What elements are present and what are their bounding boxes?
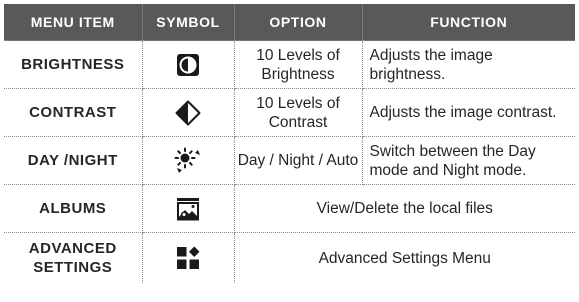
day-night-icon: [174, 147, 200, 173]
description-text: Advanced Settings Menu: [233, 232, 575, 283]
header-option: OPTION: [233, 4, 362, 41]
description-text: View/Delete the local files: [233, 184, 575, 233]
advanced-settings-icon: [177, 246, 200, 269]
menu-functions-table: MENU ITEM SYMBOL OPTION FUNCTION BRIGHTN…: [4, 4, 575, 283]
option-text: 10 Levels of Brightness: [233, 40, 363, 89]
symbol-cell: [141, 40, 235, 89]
function-text: Adjusts the image brightness.: [361, 40, 575, 89]
menu-item-name: CONTRAST: [4, 88, 143, 137]
header-function: FUNCTION: [361, 4, 575, 41]
option-text: 10 Levels of Contrast: [233, 88, 363, 137]
symbol-cell: [141, 136, 235, 185]
menu-table-container: MENU ITEM SYMBOL OPTION FUNCTION BRIGHTN…: [4, 4, 575, 283]
albums-icon: [177, 197, 199, 220]
header-symbol: SYMBOL: [141, 4, 234, 41]
table-row-contrast: CONTRAST 10 Levels of Contrast Adjusts t…: [4, 88, 575, 137]
menu-item-name: DAY /NIGHT: [4, 136, 143, 185]
header-menu-item: MENU ITEM: [4, 4, 142, 41]
function-text: Adjusts the image contrast.: [361, 88, 575, 137]
contrast-icon: [175, 100, 201, 125]
symbol-cell: [141, 184, 235, 233]
symbol-cell: [141, 232, 235, 283]
brightness-icon: [177, 53, 199, 76]
table-row-day-night: DAY /NIGHT Day / Night / Auto Switch bet…: [4, 136, 575, 185]
table-header-row: MENU ITEM SYMBOL OPTION FUNCTION: [4, 4, 575, 41]
table-row-brightness: BRIGHTNESS 10 Levels of Brightness Adjus…: [4, 40, 575, 89]
option-text: Day / Night / Auto: [233, 136, 363, 185]
menu-item-name: ALBUMS: [4, 184, 143, 233]
table-row-albums: ALBUMS View/Delete the local files: [4, 184, 575, 233]
menu-item-name: BRIGHTNESS: [4, 40, 143, 89]
menu-item-name: ADVANCED SETTINGS: [4, 232, 143, 283]
menu-item-label: ADVANCED SETTINGS: [28, 240, 117, 276]
function-text: Switch between the Day mode and Night mo…: [361, 136, 575, 185]
symbol-cell: [141, 88, 235, 137]
table-row-advanced-settings: ADVANCED SETTINGS Advanced Settings Menu: [4, 232, 575, 283]
